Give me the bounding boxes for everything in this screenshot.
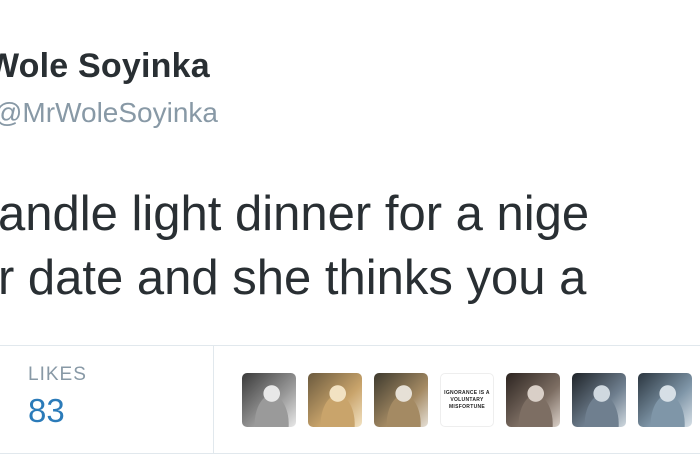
likes-stat[interactable]: LIKES 83: [28, 364, 87, 430]
avatar-quote-text: IGNORANCE IS A VOLUNTARY MISFORTUNE: [444, 389, 490, 410]
tweet-text-line: r date and she thinks you a: [0, 251, 587, 305]
stats-divider: [213, 346, 214, 453]
tweet-text: andle light dinner for a nige r date and…: [0, 182, 589, 310]
tweet-stats-bar: LIKES 83 IGNORANCE IS A VOLUNTARY MISFOR…: [0, 345, 700, 454]
liker-avatar[interactable]: [374, 373, 428, 427]
liker-avatar[interactable]: IGNORANCE IS A VOLUNTARY MISFORTUNE: [440, 373, 494, 427]
likes-label: LIKES: [28, 364, 87, 385]
tweet-text-line: andle light dinner for a nige: [0, 187, 590, 241]
tweet-card: Wole Soyinka @MrWoleSoyinka andle light …: [0, 0, 700, 467]
liker-avatar[interactable]: [242, 373, 296, 427]
user-handle[interactable]: @MrWoleSoyinka: [0, 97, 218, 129]
display-name[interactable]: Wole Soyinka: [0, 47, 210, 86]
liker-avatar[interactable]: [638, 373, 692, 427]
liker-avatar[interactable]: [308, 373, 362, 427]
liker-avatar[interactable]: [506, 373, 560, 427]
likes-count[interactable]: 83: [28, 392, 87, 430]
liker-avatar[interactable]: [572, 373, 626, 427]
